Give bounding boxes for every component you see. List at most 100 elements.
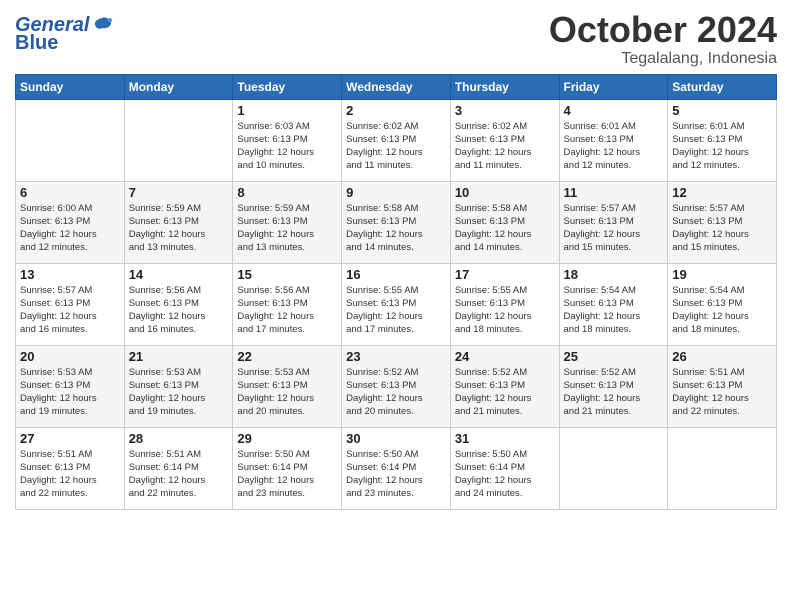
page-container: General Blue October 2024 Tegalalang, In… (0, 0, 792, 520)
day-info: Sunrise: 5:56 AM Sunset: 6:13 PM Dayligh… (129, 284, 229, 337)
calendar-day-cell: 20Sunrise: 5:53 AM Sunset: 6:13 PM Dayli… (16, 345, 125, 427)
calendar-day-cell: 4Sunrise: 6:01 AM Sunset: 6:13 PM Daylig… (559, 99, 668, 181)
weekday-header: Tuesday (233, 74, 342, 99)
day-info: Sunrise: 5:52 AM Sunset: 6:13 PM Dayligh… (564, 366, 664, 419)
day-number: 21 (129, 349, 229, 364)
day-info: Sunrise: 6:03 AM Sunset: 6:13 PM Dayligh… (237, 120, 337, 173)
calendar-day-cell (559, 427, 668, 509)
calendar-week-row: 13 Sunrise: 5:57 AM Sunset: 6:13 PM Dayli… (16, 263, 777, 345)
weekday-header: Friday (559, 74, 668, 99)
calendar-day-cell: 17 Sunrise: 5:55 AM Sunset: 6:13 PM Dayli… (450, 263, 559, 345)
logo: General Blue (15, 14, 113, 55)
calendar-week-row: 1 Sunrise: 6:03 AM Sunset: 6:13 PM Daylig… (16, 99, 777, 181)
location: Tegalalang, Indonesia (549, 50, 777, 68)
day-number: 5 (672, 103, 772, 118)
calendar-week-row: 20 Sunrise: 5:53 AM Sunset: 6:13 PM Dayli… (16, 345, 777, 427)
day-info: Sunrise: 6:02 AM Sunset: 6:13 PM Dayligh… (346, 120, 446, 173)
calendar-day-cell: 31 Sunrise: 5:50 AM Sunset: 6:14 PM Dayli… (450, 427, 559, 509)
calendar-day-cell: 1 Sunrise: 6:03 AM Sunset: 6:13 PM Daylig… (233, 99, 342, 181)
day-number: 29 (237, 431, 337, 446)
calendar-day-cell: 11 Sunrise: 5:57 AM Sunset: 6:13 PM Dayli… (559, 181, 668, 263)
logo-bird-icon (91, 14, 113, 36)
calendar-day-cell: 12Sunrise: 5:57 AM Sunset: 6:13 PM Dayli… (668, 181, 777, 263)
calendar-day-cell: 29 Sunrise: 5:50 AM Sunset: 6:14 PM Dayli… (233, 427, 342, 509)
calendar-day-cell: 21Sunrise: 5:53 AM Sunset: 6:13 PM Dayli… (124, 345, 233, 427)
day-number: 28 (129, 431, 229, 446)
weekday-header: Saturday (668, 74, 777, 99)
day-info: Sunrise: 5:58 AM Sunset: 6:13 PM Dayligh… (346, 202, 446, 255)
day-number: 8 (237, 185, 337, 200)
day-number: 6 (20, 185, 120, 200)
weekday-header: Monday (124, 74, 233, 99)
day-number: 20 (20, 349, 120, 364)
day-info: Sunrise: 5:51 AM Sunset: 6:13 PM Dayligh… (20, 448, 120, 501)
day-info: Sunrise: 6:00 AM Sunset: 6:13 PM Dayligh… (20, 202, 120, 255)
month-title: October 2024 (549, 10, 777, 50)
calendar-day-cell: 25 Sunrise: 5:52 AM Sunset: 6:13 PM Dayli… (559, 345, 668, 427)
day-info: Sunrise: 5:54 AM Sunset: 6:13 PM Dayligh… (672, 284, 772, 337)
day-number: 31 (455, 431, 555, 446)
day-info: Sunrise: 5:50 AM Sunset: 6:14 PM Dayligh… (237, 448, 337, 501)
weekday-header: Wednesday (342, 74, 451, 99)
day-info: Sunrise: 5:55 AM Sunset: 6:13 PM Dayligh… (455, 284, 555, 337)
day-info: Sunrise: 5:50 AM Sunset: 6:14 PM Dayligh… (346, 448, 446, 501)
day-number: 18 (564, 267, 664, 282)
calendar-week-row: 27 Sunrise: 5:51 AM Sunset: 6:13 PM Dayli… (16, 427, 777, 509)
day-number: 11 (564, 185, 664, 200)
calendar-day-cell: 26Sunrise: 5:51 AM Sunset: 6:13 PM Dayli… (668, 345, 777, 427)
day-number: 30 (346, 431, 446, 446)
day-number: 17 (455, 267, 555, 282)
day-number: 14 (129, 267, 229, 282)
day-info: Sunrise: 5:52 AM Sunset: 6:13 PM Dayligh… (346, 366, 446, 419)
day-number: 1 (237, 103, 337, 118)
calendar-day-cell: 14 Sunrise: 5:56 AM Sunset: 6:13 PM Dayli… (124, 263, 233, 345)
calendar-day-cell: 30 Sunrise: 5:50 AM Sunset: 6:14 PM Dayli… (342, 427, 451, 509)
day-number: 10 (455, 185, 555, 200)
weekday-header: Sunday (16, 74, 125, 99)
day-info: Sunrise: 6:02 AM Sunset: 6:13 PM Dayligh… (455, 120, 555, 173)
day-number: 9 (346, 185, 446, 200)
calendar-day-cell: 9 Sunrise: 5:58 AM Sunset: 6:13 PM Daylig… (342, 181, 451, 263)
day-number: 27 (20, 431, 120, 446)
day-number: 16 (346, 267, 446, 282)
calendar-day-cell (124, 99, 233, 181)
day-info: Sunrise: 5:57 AM Sunset: 6:13 PM Dayligh… (20, 284, 120, 337)
calendar-day-cell: 28Sunrise: 5:51 AM Sunset: 6:14 PM Dayli… (124, 427, 233, 509)
calendar-day-cell: 6 Sunrise: 6:00 AM Sunset: 6:13 PM Daylig… (16, 181, 125, 263)
day-info: Sunrise: 6:01 AM Sunset: 6:13 PM Dayligh… (672, 120, 772, 173)
calendar-day-cell: 19 Sunrise: 5:54 AM Sunset: 6:13 PM Dayli… (668, 263, 777, 345)
title-block: October 2024 Tegalalang, Indonesia (549, 10, 777, 68)
day-number: 13 (20, 267, 120, 282)
day-number: 25 (564, 349, 664, 364)
header: General Blue October 2024 Tegalalang, In… (15, 10, 777, 68)
calendar-day-cell: 18Sunrise: 5:54 AM Sunset: 6:13 PM Dayli… (559, 263, 668, 345)
day-info: Sunrise: 5:53 AM Sunset: 6:13 PM Dayligh… (237, 366, 337, 419)
calendar-day-cell: 15 Sunrise: 5:56 AM Sunset: 6:13 PM Dayli… (233, 263, 342, 345)
weekday-header: Thursday (450, 74, 559, 99)
day-info: Sunrise: 5:57 AM Sunset: 6:13 PM Dayligh… (564, 202, 664, 255)
calendar-body: 1 Sunrise: 6:03 AM Sunset: 6:13 PM Daylig… (16, 99, 777, 509)
calendar-day-cell: 5 Sunrise: 6:01 AM Sunset: 6:13 PM Daylig… (668, 99, 777, 181)
day-info: Sunrise: 5:59 AM Sunset: 6:13 PM Dayligh… (129, 202, 229, 255)
day-info: Sunrise: 5:58 AM Sunset: 6:13 PM Dayligh… (455, 202, 555, 255)
day-info: Sunrise: 5:50 AM Sunset: 6:14 PM Dayligh… (455, 448, 555, 501)
day-number: 7 (129, 185, 229, 200)
calendar-header-row: SundayMondayTuesdayWednesdayThursdayFrid… (16, 74, 777, 99)
calendar-week-row: 6 Sunrise: 6:00 AM Sunset: 6:13 PM Daylig… (16, 181, 777, 263)
day-number: 19 (672, 267, 772, 282)
calendar-day-cell (668, 427, 777, 509)
day-number: 2 (346, 103, 446, 118)
calendar-day-cell: 27 Sunrise: 5:51 AM Sunset: 6:13 PM Dayli… (16, 427, 125, 509)
day-number: 15 (237, 267, 337, 282)
logo-text: General Blue (15, 14, 113, 55)
day-number: 26 (672, 349, 772, 364)
day-info: Sunrise: 6:01 AM Sunset: 6:13 PM Dayligh… (564, 120, 664, 173)
calendar-day-cell: 2 Sunrise: 6:02 AM Sunset: 6:13 PM Daylig… (342, 99, 451, 181)
day-info: Sunrise: 5:56 AM Sunset: 6:13 PM Dayligh… (237, 284, 337, 337)
calendar-day-cell: 23Sunrise: 5:52 AM Sunset: 6:13 PM Dayli… (342, 345, 451, 427)
calendar-day-cell: 22Sunrise: 5:53 AM Sunset: 6:13 PM Dayli… (233, 345, 342, 427)
calendar-day-cell: 3Sunrise: 6:02 AM Sunset: 6:13 PM Daylig… (450, 99, 559, 181)
day-number: 12 (672, 185, 772, 200)
calendar-day-cell: 16Sunrise: 5:55 AM Sunset: 6:13 PM Dayli… (342, 263, 451, 345)
day-info: Sunrise: 5:59 AM Sunset: 6:13 PM Dayligh… (237, 202, 337, 255)
